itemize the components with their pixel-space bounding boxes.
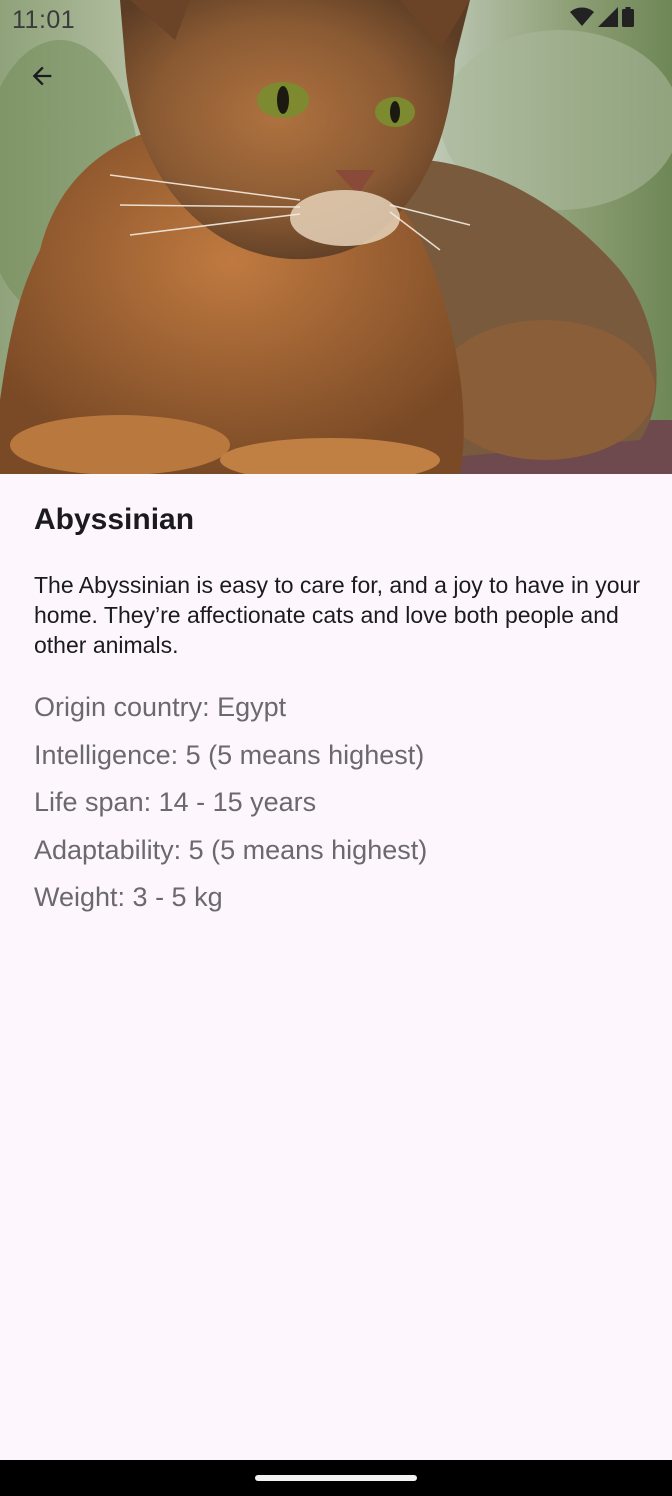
breed-description: The Abyssinian is easy to care for, and … — [34, 572, 641, 658]
signal-icon — [598, 6, 618, 32]
system-navigation-bar — [0, 1460, 672, 1496]
weight: Weight: 3 - 5 kg — [34, 882, 223, 912]
status-icons — [570, 6, 634, 32]
wifi-icon — [570, 7, 594, 32]
home-gesture-handle[interactable] — [255, 1475, 417, 1481]
arrow-back-icon — [28, 62, 56, 95]
intelligence: Intelligence: 5 (5 means highest) — [34, 739, 425, 770]
hero-image — [0, 0, 672, 474]
battery-icon — [622, 6, 634, 32]
life-span: Life span: 14 - 15 years — [34, 787, 317, 817]
status-time: 11:01 — [12, 6, 76, 34]
status-bar: 11:01 — [0, 0, 672, 40]
breed-name: Abyssinian — [34, 503, 195, 536]
origin-country: Origin country: Egypt — [34, 692, 287, 722]
breed-details: Abyssinian The Abyssinian is easy to car… — [34, 500, 644, 922]
back-button[interactable] — [18, 54, 66, 102]
adaptability: Adaptability: 5 (5 means highest) — [34, 834, 428, 865]
